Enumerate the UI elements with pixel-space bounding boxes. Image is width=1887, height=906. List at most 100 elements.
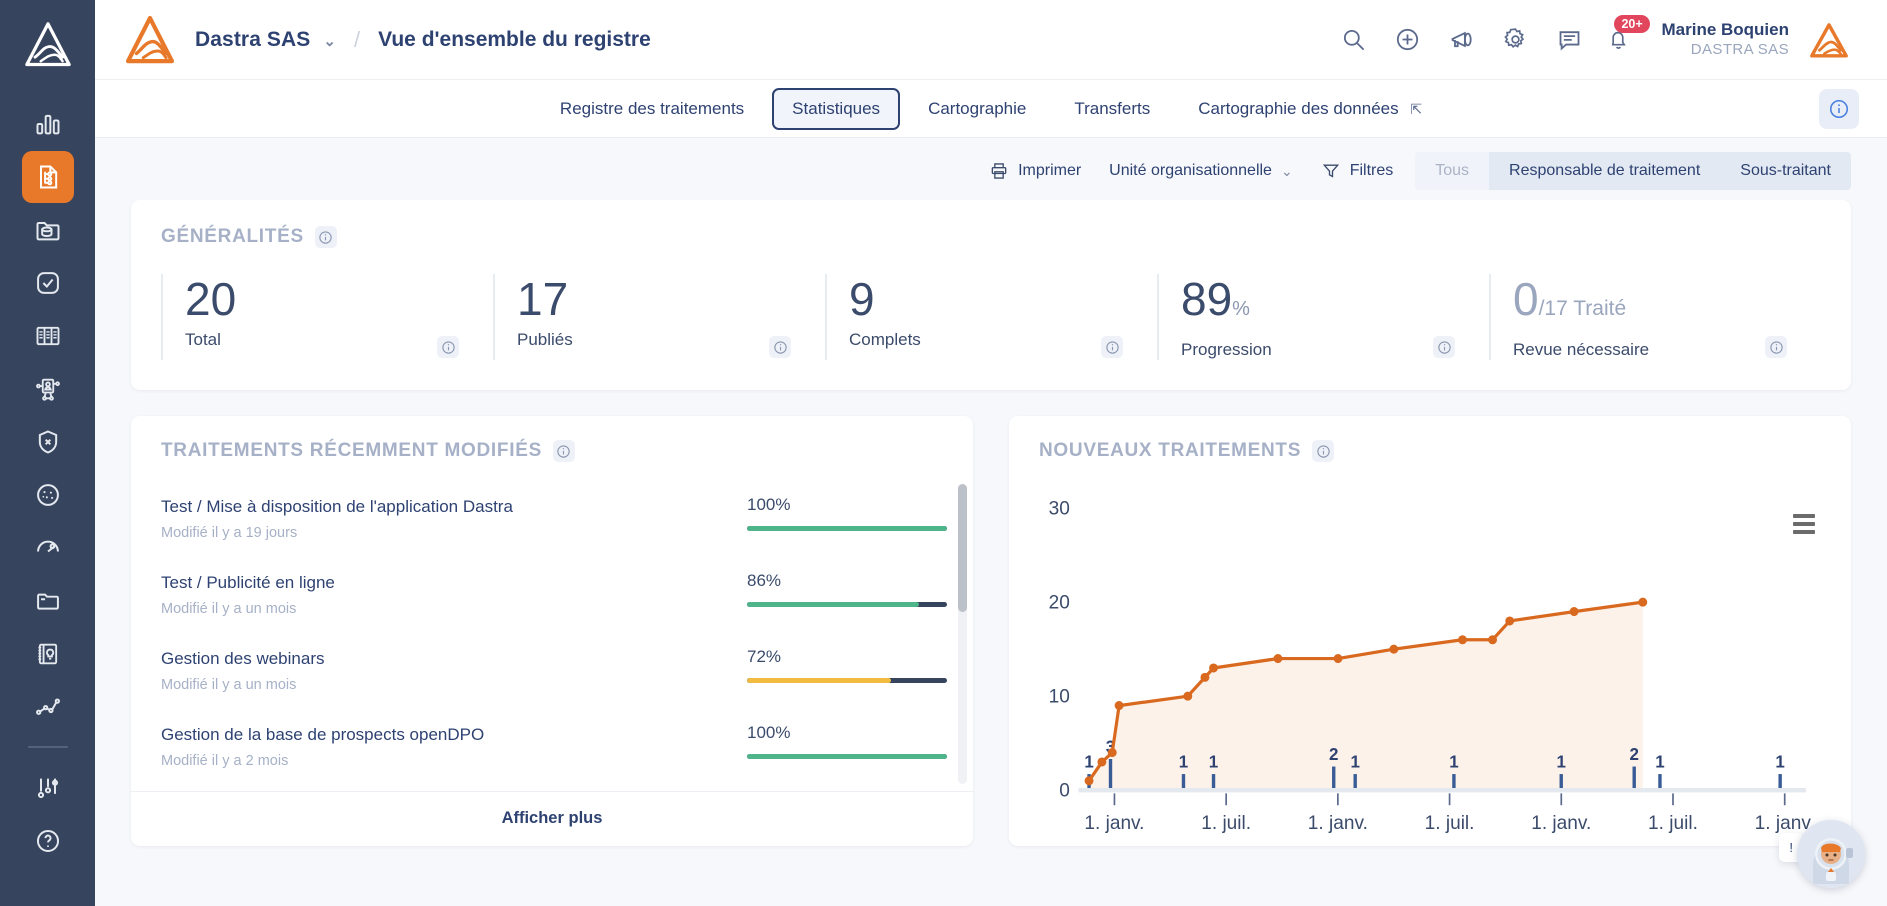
stat-value-row: 0/17 Traité <box>1513 274 1821 334</box>
print-button[interactable]: Imprimer <box>975 153 1095 189</box>
printer-icon <box>991 163 1007 179</box>
stat-value-row: 20 <box>185 274 493 324</box>
svg-text:1. janv.: 1. janv. <box>1308 813 1368 834</box>
info-icon[interactable] <box>1312 440 1335 462</box>
sidebar-item-projects[interactable] <box>22 575 74 627</box>
stat-total: 20 Total <box>161 274 493 360</box>
hamburger-menu-icon[interactable] <box>1793 514 1815 538</box>
tab-label: Statistiques <box>792 98 881 118</box>
user-menu[interactable]: Marine Boquien DASTRA SAS <box>1661 20 1789 60</box>
cookie-icon <box>36 484 59 506</box>
show-more-button[interactable]: Afficher plus <box>131 791 973 846</box>
tab-registre-des-traitements[interactable]: Registre des traitements <box>540 88 764 130</box>
header-icon-group <box>1339 26 1583 54</box>
list-item[interactable]: Gestion de la base de prospects openDPO … <box>161 712 947 788</box>
page-content: GÉNÉRALITÉS 20 Total 17 Publiés 9 Comple… <box>95 200 1887 906</box>
progress-bar <box>747 602 947 607</box>
segment-tous[interactable]: Tous <box>1415 152 1490 190</box>
info-icon[interactable] <box>1433 336 1455 358</box>
sidebar-item-knowledge[interactable] <box>22 628 74 680</box>
line-chart-icon <box>35 698 60 715</box>
svg-text:0: 0 <box>1059 781 1070 802</box>
person-graph-icon <box>35 378 60 401</box>
sidebar-item-security[interactable] <box>22 416 74 468</box>
org-unit-dropdown[interactable]: Unité organisationnelle ⌄ <box>1095 154 1307 188</box>
avatar[interactable] <box>1807 18 1851 62</box>
list-item[interactable] <box>161 788 947 791</box>
notifications-bell[interactable]: 20+ <box>1601 14 1650 57</box>
tab-label: Cartographie des données <box>1198 98 1399 118</box>
tab-cartographie[interactable]: Cartographie <box>908 88 1046 130</box>
recent-list-scroll[interactable]: Test / Mise à disposition de l'applicati… <box>131 470 973 791</box>
columns-icon <box>36 326 59 346</box>
new-treatments-chart[interactable]: 0102030131 1 2 1 1 1 2 1 11. janv. 1. juil. 1. jan… <box>1019 470 1825 857</box>
sidebar-item-analytics[interactable] <box>22 681 74 733</box>
list-item[interactable]: Test / Mise à disposition de l'applicati… <box>161 484 947 560</box>
comment-icon[interactable] <box>1555 26 1583 54</box>
list-scrollbar[interactable] <box>958 484 967 784</box>
folder-icon <box>36 593 59 610</box>
search-icon[interactable] <box>1339 26 1367 54</box>
chat-assistant-button[interactable] <box>1797 820 1865 888</box>
svg-text:1: 1 <box>1655 753 1665 772</box>
scrollbar-thumb[interactable] <box>958 484 967 612</box>
list-item-progress: 86% <box>747 571 947 607</box>
bar-chart-icon <box>36 114 59 135</box>
sidebar-logo[interactable] <box>17 14 79 76</box>
svg-text:1: 1 <box>1350 753 1360 772</box>
segment-sous-traitant[interactable]: Sous-traitant <box>1720 152 1851 190</box>
sidebar-item-cookies[interactable] <box>22 469 74 521</box>
progress-bar-fill <box>747 526 947 531</box>
sidebar-item-data-catalog[interactable] <box>22 310 74 362</box>
tab-statistiques[interactable]: Statistiques <box>772 87 901 130</box>
stat-fraction: /17 Traité <box>1538 297 1627 320</box>
tab-transferts[interactable]: Transferts <box>1054 88 1170 130</box>
scope-segmented-control: Tous Responsable de traitement Sous-trai… <box>1415 152 1851 190</box>
megaphone-icon[interactable] <box>1447 26 1475 54</box>
sidebar-item-dashboard[interactable] <box>22 98 74 150</box>
page-title: Vue d'ensemble du registre <box>378 27 651 51</box>
breadcrumb-separator: / <box>354 26 361 52</box>
list-item-name: Gestion des webinars <box>161 649 325 668</box>
info-icon[interactable] <box>437 336 459 358</box>
filters-button[interactable]: Filtres <box>1307 153 1408 189</box>
list-item-text: Gestion de la base de prospects openDPO … <box>161 723 747 769</box>
page-info-button[interactable] <box>1819 89 1859 129</box>
stat-value-row: 89% <box>1181 274 1489 334</box>
svg-text:1: 1 <box>1557 753 1567 772</box>
sidebar-item-settings[interactable] <box>22 762 74 814</box>
list-item[interactable]: Test / Publicité en ligne Modifié il y a… <box>161 560 947 636</box>
panels-row: TRAITEMENTS RÉCEMMENT MODIFIÉS Test / Mi… <box>131 416 1851 846</box>
info-icon[interactable] <box>1101 336 1123 358</box>
brand-logo[interactable] <box>123 13 177 67</box>
tab-list: Registre des traitements Statistiques Ca… <box>540 87 1442 130</box>
segment-responsable-de-traitement[interactable]: Responsable de traitement <box>1489 152 1721 190</box>
info-icon[interactable] <box>769 336 791 358</box>
plus-circle-icon[interactable] <box>1393 26 1421 54</box>
recent-treatments-card: TRAITEMENTS RÉCEMMENT MODIFIÉS Test / Mi… <box>131 416 973 846</box>
sidebar-item-data-subjects[interactable] <box>22 363 74 415</box>
tab-cartographie-des-donnees[interactable]: Cartographie des données ⇱ <box>1178 88 1442 130</box>
stat-complets: 9 Complets <box>825 274 1157 360</box>
new-treatments-card: NOUVEAUX TRAITEMENTS 0 10 20 30 1 3 1 1 2 1 1 1 2 1 1 1… <box>1009 416 1851 846</box>
list-item[interactable]: Gestion des webinars Modifié il y a un m… <box>161 636 947 712</box>
chart-title-row: NOUVEAUX TRAITEMENTS <box>1009 440 1851 470</box>
info-icon[interactable] <box>314 226 337 248</box>
info-icon[interactable] <box>552 440 575 462</box>
sidebar-item-registry[interactable] <box>21 151 74 203</box>
svg-text:1: 1 <box>1209 753 1219 772</box>
sidebar-item-maturity[interactable] <box>22 522 74 574</box>
svg-text:1. juil.: 1. juil. <box>1201 813 1251 834</box>
sidebar-item-help[interactable] <box>22 815 74 867</box>
gear-icon[interactable] <box>1501 26 1529 54</box>
svg-text:1: 1 <box>1449 753 1459 772</box>
sidebar-item-data-repository[interactable] <box>22 204 74 256</box>
recent-column: TRAITEMENTS RÉCEMMENT MODIFIÉS Test / Mi… <box>131 416 973 846</box>
svg-text:20: 20 <box>1049 592 1070 613</box>
svg-text:2: 2 <box>1629 745 1638 764</box>
info-icon[interactable] <box>1765 336 1787 358</box>
list-item-name: Test / Publicité en ligne <box>161 573 335 592</box>
org-switcher[interactable]: Dastra SAS ⌄ <box>195 28 336 52</box>
sidebar-item-tasks[interactable] <box>22 257 74 309</box>
stat-progression: 89% Progression <box>1157 274 1489 360</box>
